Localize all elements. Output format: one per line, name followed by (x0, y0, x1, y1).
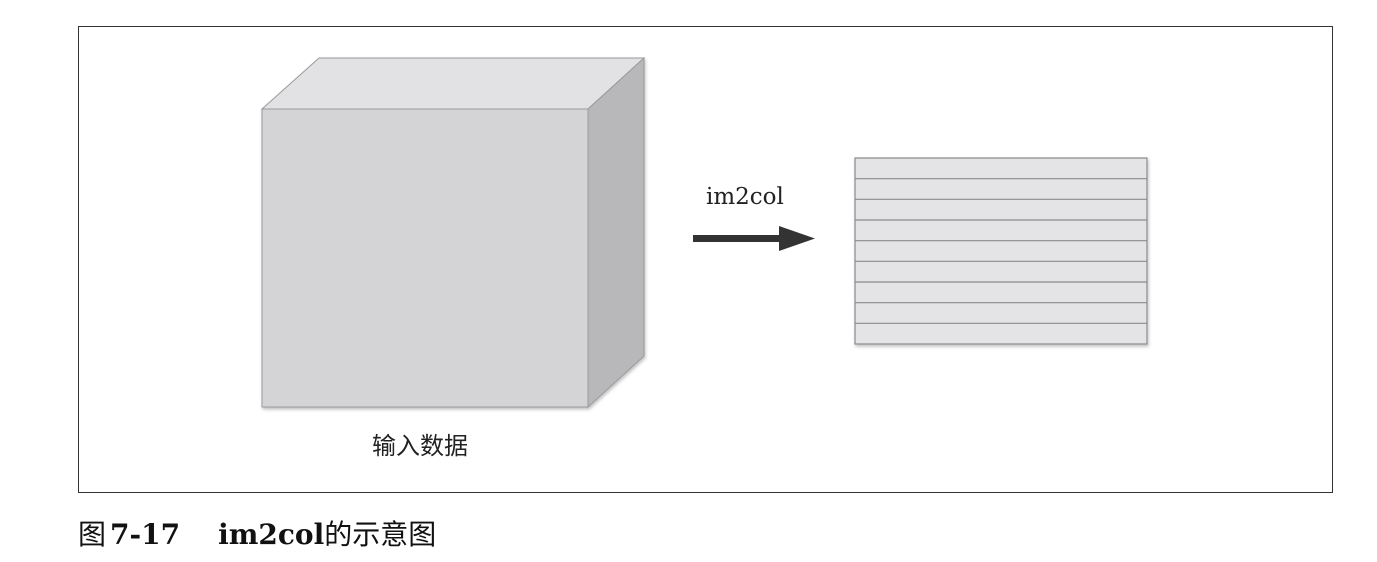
im2col-diagram (260, 56, 1148, 409)
cube-side-face (587, 56, 645, 409)
operation-label: im2col (706, 184, 784, 210)
matrix-body (854, 157, 1148, 345)
input-cube (260, 56, 646, 409)
caption-title-zh: 的示意图 (324, 518, 437, 551)
cube-top-face (260, 57, 646, 110)
caption-title-en: im2col (218, 518, 325, 551)
input-data-label: 输入数据 (372, 432, 468, 460)
caption-prefix: 图 (78, 518, 107, 551)
arrow-right-icon (693, 226, 815, 251)
output-matrix (854, 157, 1148, 345)
caption-number: 7-17 (110, 518, 181, 551)
cube-front-face (261, 108, 589, 408)
figure-caption: 图 7-17 im2col的示意图 (78, 513, 436, 553)
